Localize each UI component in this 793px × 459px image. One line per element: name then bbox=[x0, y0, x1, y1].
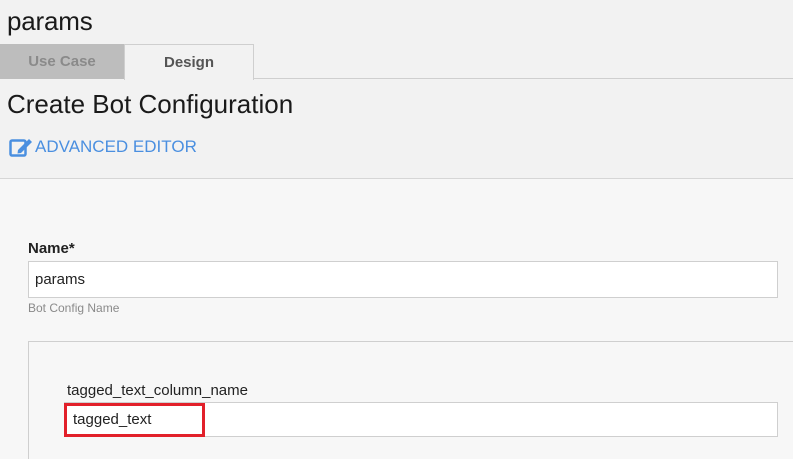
tab-design[interactable]: Design bbox=[124, 44, 254, 80]
name-label: Name* bbox=[28, 240, 75, 257]
parameters-panel bbox=[28, 341, 793, 459]
page-title: params bbox=[7, 6, 93, 36]
tab-use-case[interactable]: Use Case bbox=[0, 44, 124, 79]
name-help-text: Bot Config Name bbox=[28, 301, 120, 315]
name-input[interactable] bbox=[28, 261, 778, 298]
section-title: Create Bot Configuration bbox=[7, 89, 294, 119]
advanced-editor-link[interactable]: ADVANCED EDITOR bbox=[9, 136, 197, 158]
tagged-text-column-label: tagged_text_column_name bbox=[67, 382, 248, 399]
advanced-editor-label: ADVANCED EDITOR bbox=[35, 137, 197, 156]
tab-bar: Use Case Design bbox=[0, 44, 793, 80]
edit-icon bbox=[9, 136, 33, 158]
tagged-text-column-input[interactable] bbox=[64, 402, 778, 437]
